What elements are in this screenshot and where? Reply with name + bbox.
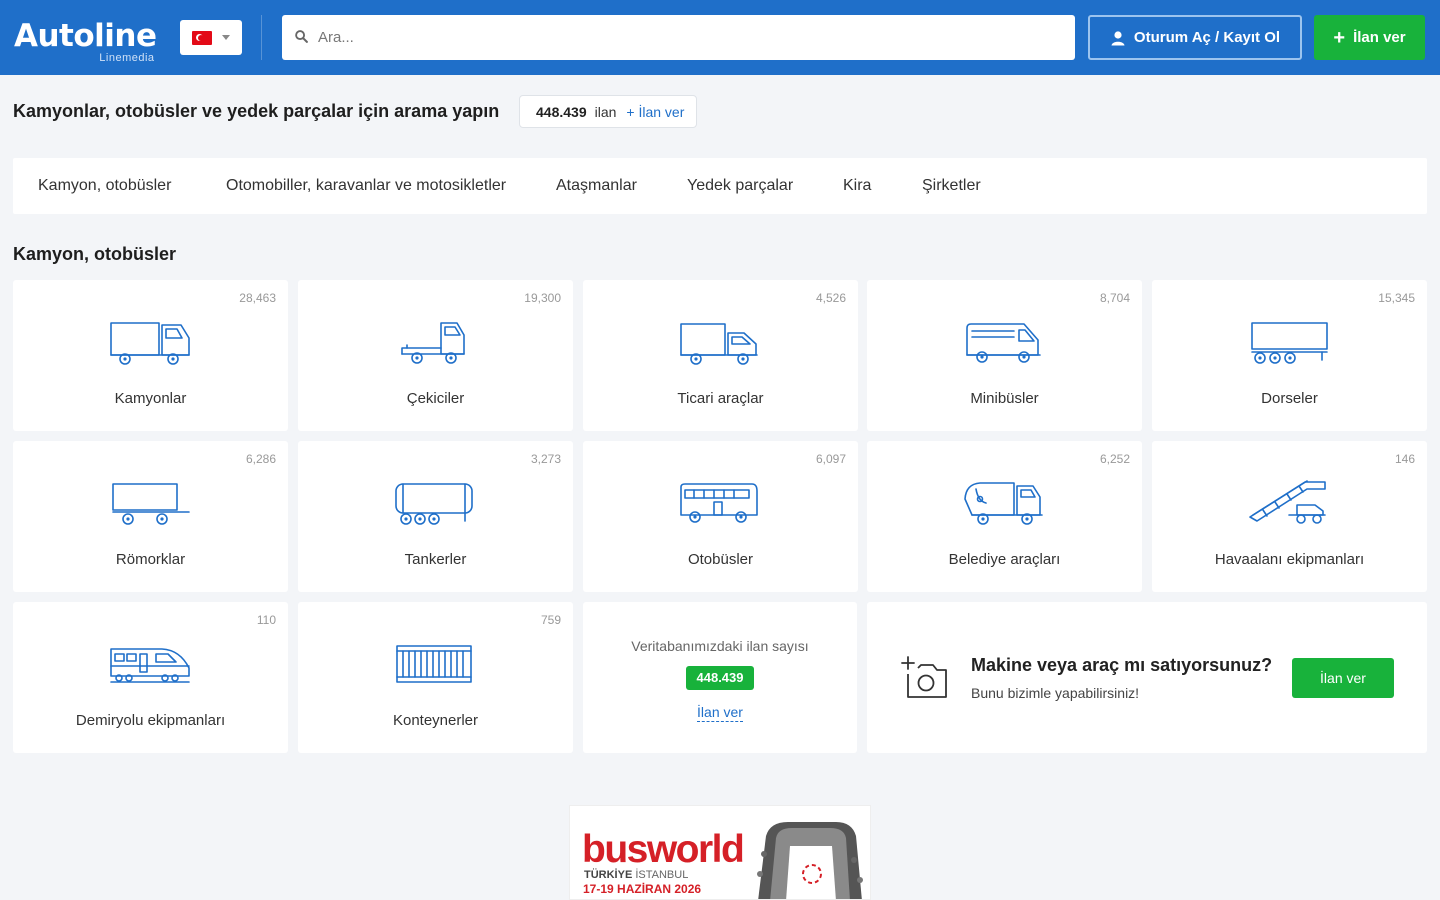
plus-icon: + <box>1333 26 1346 49</box>
tractor-unit-icon <box>401 322 465 364</box>
stats-post-ad-link[interactable]: İlan ver <box>583 704 857 722</box>
busworld-ad-banner[interactable]: busworld TÜRKİYE İSTANBUL 17-19 HAZİRAN … <box>569 805 871 900</box>
category-count: 15,345 <box>1378 291 1415 305</box>
listing-count-label: ilan <box>594 103 617 120</box>
nav-item-spare-parts[interactable]: Yedek parçalar <box>687 177 793 195</box>
category-name: Demiryolu ekipmanları <box>75 712 226 729</box>
category-card-minibuses[interactable]: 8,704 Minibüsler <box>867 280 1142 431</box>
category-count: 110 <box>256 613 276 627</box>
logo-subtext: Linemedia <box>99 52 155 64</box>
category-count: 19,300 <box>524 291 561 305</box>
listing-count-pill: 448.439 ilan + İlan ver <box>519 95 697 128</box>
category-card-commercial[interactable]: 4,526 Ticari araçlar <box>583 280 858 431</box>
category-count: 8,704 <box>1099 291 1130 305</box>
category-name: Ticari araçlar <box>677 390 764 407</box>
commercial-vehicle-icon <box>680 323 758 365</box>
banner-city: İSTANBUL <box>635 869 689 881</box>
language-selector[interactable] <box>180 20 242 55</box>
category-card-trucks[interactable]: 28,463 Kamyonlar <box>13 280 288 431</box>
tanker-icon <box>395 483 473 525</box>
section-title: Kamyon, otobüsler <box>13 244 177 264</box>
container-icon <box>396 645 472 683</box>
category-name: Minibüsler <box>970 390 1039 407</box>
category-count: 759 <box>540 613 561 627</box>
login-label: Oturum Aç / Kayıt Ol <box>1133 29 1281 46</box>
add-photo-icon <box>901 656 947 698</box>
search-icon <box>295 30 308 43</box>
minibus-icon <box>966 323 1041 363</box>
stats-link-label: İlan ver <box>697 704 743 722</box>
category-card-tankers[interactable]: 3,273 Tankerler <box>298 441 573 592</box>
add-listing-link[interactable]: + İlan ver <box>626 104 684 120</box>
category-count: 6,097 <box>815 452 846 466</box>
category-name: Havaalanı ekipmanları <box>1214 551 1365 568</box>
post-ad-button[interactable]: + İlan ver <box>1314 15 1425 60</box>
category-name: Belediye araçları <box>948 551 1061 568</box>
banner-dates: 17-19 HAZİRAN 2026 <box>583 882 702 896</box>
chevron-down-icon <box>222 35 230 40</box>
airport-stairs-icon <box>1249 480 1326 524</box>
category-name: Çekiciler <box>406 390 465 407</box>
category-name: Tankerler <box>404 551 467 568</box>
listing-count: 448.439 <box>536 103 587 120</box>
page-title: Kamyonlar, otobüsler ve yedek parçalar i… <box>13 101 500 121</box>
nav-item-cars[interactable]: Otomobiller, karavanlar ve motosikletler <box>226 177 506 195</box>
category-card-containers[interactable]: 759 Konteynerler <box>298 602 573 753</box>
banner-country: TÜRKİYE <box>584 869 633 881</box>
category-card-semi-trailers[interactable]: 15,345 Dorseler <box>1152 280 1427 431</box>
search-input[interactable] <box>318 15 1058 60</box>
sell-promo-card: Makine veya araç mı satıyorsunuz? Bunu b… <box>867 602 1427 753</box>
category-name: Otobüsler <box>687 551 754 568</box>
top-header: Autoline Linemedia Oturum Aç / Kayıt Ol … <box>0 0 1440 75</box>
category-card-trailers[interactable]: 6,286 Römorklar <box>13 441 288 592</box>
category-count: 28,463 <box>239 291 276 305</box>
truck-icon <box>110 322 190 365</box>
user-icon <box>1111 30 1125 45</box>
category-card-railway[interactable]: 110 Demiryolu ekipmanları <box>13 602 288 753</box>
category-nav: Kamyon, otobüsler Otomobiller, karavanla… <box>13 158 1427 214</box>
header-divider <box>261 15 262 60</box>
semi-trailer-icon <box>1251 322 1328 364</box>
municipal-vehicle-icon <box>964 482 1043 525</box>
banner-location: TÜRKİYE İSTANBUL <box>584 869 688 881</box>
category-card-tractor-units[interactable]: 19,300 Çekiciler <box>298 280 573 431</box>
category-count: 6,252 <box>1099 452 1130 466</box>
category-card-buses[interactable]: 6,097 Otobüsler <box>583 441 858 592</box>
turkey-flag-icon <box>192 31 212 45</box>
stats-label: Veritabanımızdaki ilan sayısı <box>631 638 809 654</box>
category-count: 4,526 <box>815 291 846 305</box>
category-name: Kamyonlar <box>114 390 187 407</box>
sell-post-ad-button[interactable]: İlan ver <box>1292 658 1394 698</box>
nav-item-rental[interactable]: Kira <box>843 177 871 195</box>
bus-icon <box>680 483 758 523</box>
login-register-button[interactable]: Oturum Aç / Kayıt Ol <box>1088 15 1302 60</box>
sell-subtitle: Bunu bizimle yapabilirsiniz! <box>971 685 1140 701</box>
category-name: Römorklar <box>115 551 186 568</box>
category-card-municipal[interactable]: 6,252 Belediye araçları <box>867 441 1142 592</box>
crowd-bus-illustration <box>757 822 863 899</box>
category-count: 3,273 <box>530 452 561 466</box>
train-icon <box>110 648 190 683</box>
sell-title: Makine veya araç mı satıyorsunuz? <box>971 655 1273 675</box>
nav-item-attachments[interactable]: Ataşmanlar <box>556 177 637 195</box>
category-name: Dorseler <box>1261 390 1318 407</box>
listing-stats-card: Veritabanımızdaki ilan sayısı 448.439 İl… <box>583 602 857 753</box>
category-count: 6,286 <box>245 452 276 466</box>
category-count: 146 <box>1394 452 1415 466</box>
search-bar[interactable] <box>282 15 1075 60</box>
logo-text: Autoline <box>14 18 157 54</box>
nav-item-companies[interactable]: Şirketler <box>922 177 981 195</box>
autoline-logo[interactable]: Autoline Linemedia <box>14 18 157 64</box>
category-name: Konteynerler <box>392 712 479 729</box>
stats-count-badge: 448.439 <box>686 666 754 690</box>
banner-brand: busworld <box>582 828 745 871</box>
category-card-airport[interactable]: 146 Havaalanı ekipmanları <box>1152 441 1427 592</box>
post-ad-label: İlan ver <box>1353 29 1406 46</box>
nav-item-trucks-buses[interactable]: Kamyon, otobüsler <box>38 177 171 195</box>
trailer-icon <box>112 483 190 525</box>
